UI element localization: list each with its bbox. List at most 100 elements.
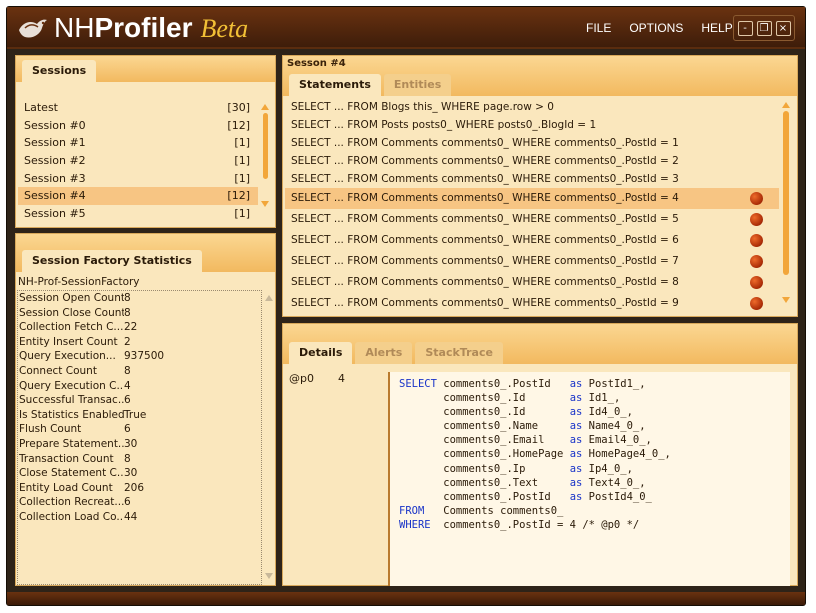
statement-row[interactable]: SELECT ... FROM Blogs this_ WHERE page.r…: [285, 98, 779, 116]
param-name: @p0: [289, 372, 314, 385]
statement-text: SELECT ... FROM Comments comments0_ WHER…: [291, 155, 679, 167]
stat-name: Collection Fetch C...: [19, 321, 124, 334]
scroll-thumb[interactable]: [262, 113, 268, 179]
statement-row[interactable]: SELECT ... FROM Comments comments0_ WHER…: [285, 272, 779, 293]
session-panel: Sesson #4 Statements Entities SELECT ...…: [282, 55, 798, 317]
scroll-up-arrow-icon[interactable]: [265, 295, 273, 301]
sql-line: comments0_.Ip as Ip4_0_,: [399, 462, 781, 476]
statement-row[interactable]: SELECT ... FROM Comments comments0_ WHER…: [285, 251, 779, 272]
statement-row[interactable]: SELECT ... FROM Comments comments0_ WHER…: [285, 170, 779, 188]
stats-scrollbar[interactable]: [264, 295, 274, 579]
session-panel-header: Sesson #4 Statements Entities: [283, 56, 797, 96]
scroll-up-arrow-icon[interactable]: [782, 102, 790, 108]
stat-name: Is Statistics Enabled: [19, 408, 124, 421]
stat-name: Entity Load Count: [19, 481, 113, 494]
sql-keyword: as: [569, 448, 583, 461]
tab-session-factory-statistics[interactable]: Session Factory Statistics: [22, 250, 202, 272]
minimize-button[interactable]: -: [737, 20, 753, 36]
statements-scrollbar[interactable]: [781, 102, 791, 312]
statement-row[interactable]: SELECT ... FROM Comments comments0_ WHER…: [285, 293, 779, 314]
statement-text: SELECT ... FROM Comments comments0_ WHER…: [291, 137, 679, 149]
session-list-item[interactable]: Session #2 [1]: [18, 152, 258, 170]
app-logo: NH Profiler Beta: [17, 12, 248, 44]
alert-dot-icon[interactable]: [750, 192, 763, 205]
restore-button[interactable]: ❐: [756, 20, 772, 36]
alert-dot-icon[interactable]: [750, 234, 763, 247]
menu-file[interactable]: FILE: [577, 21, 620, 35]
sql-text: comments0_.Ip: [399, 462, 570, 475]
statement-text: SELECT ... FROM Comments comments0_ WHER…: [291, 173, 679, 185]
sql-text: Id1_,: [582, 392, 621, 405]
stat-row: Successful Transac... 6: [18, 393, 261, 408]
stat-row: Query Execution C... 4: [18, 379, 261, 394]
sql-text: Text4_0_,: [582, 476, 646, 489]
alert-dot-icon[interactable]: [750, 276, 763, 289]
sql-text: Id4_0_,: [582, 406, 633, 419]
stat-row: Flush Count 6: [18, 422, 261, 437]
session-list-item[interactable]: Session #0 [12]: [18, 117, 258, 135]
scroll-up-arrow-icon[interactable]: [261, 104, 269, 110]
sql-line: comments0_.HomePage as HomePage4_0_,: [399, 447, 781, 461]
scroll-down-arrow-icon[interactable]: [261, 201, 269, 207]
session-list: Latest [30] Session #0 [12] Session #1 [1] Ses…: [18, 99, 258, 223]
tab-alerts[interactable]: Alerts: [355, 342, 413, 364]
sql-text: comments0_.Name: [399, 420, 570, 433]
session-list-item[interactable]: Session #5 [1]: [18, 205, 258, 223]
alert-dot-icon[interactable]: [750, 297, 763, 310]
session-list-item[interactable]: Latest [30]: [18, 99, 258, 117]
session-list-item[interactable]: Session #4 [12]: [18, 187, 258, 206]
tab-sessions[interactable]: Sessions: [22, 60, 97, 82]
app-name: NH Profiler Beta: [54, 12, 248, 44]
stat-name: Session Close Count: [19, 306, 124, 319]
stat-name: Query Execution C...: [19, 379, 124, 392]
scroll-down-arrow-icon[interactable]: [782, 297, 790, 303]
scroll-thumb[interactable]: [783, 111, 789, 275]
statement-row[interactable]: SELECT ... FROM Posts posts0_ WHERE post…: [285, 116, 779, 134]
stat-row: Session Open Count 8: [18, 291, 261, 306]
stat-row: Entity Insert Count 2: [18, 335, 261, 350]
stat-name: Session Open Count: [19, 292, 124, 304]
statement-row[interactable]: SELECT ... FROM Comments comments0_ WHER…: [285, 134, 779, 152]
close-button[interactable]: ×: [775, 20, 791, 36]
title-bar: NH Profiler Beta FILE OPTIONS HELP - ❐ ×: [7, 7, 805, 49]
sql-text: Email4_0_,: [582, 434, 652, 447]
scroll-down-arrow-icon[interactable]: [265, 573, 273, 579]
sql-line: SELECT comments0_.PostId as PostId1_,: [399, 377, 781, 391]
param-value: 4: [338, 372, 345, 385]
statement-row[interactable]: SELECT ... FROM Comments comments0_ WHER…: [285, 209, 779, 230]
statement-row[interactable]: SELECT ... FROM Comments comments0_ WHER…: [285, 152, 779, 170]
session-list-item[interactable]: Session #3 [1]: [18, 170, 258, 188]
stat-value: 6: [124, 423, 131, 436]
menu-options[interactable]: OPTIONS: [620, 21, 692, 35]
statement-row[interactable]: SELECT ... FROM Comments comments0_ WHER…: [285, 230, 779, 251]
stat-name: Collection Load Co...: [19, 510, 124, 523]
stat-name: Flush Count: [19, 423, 82, 436]
sql-text: comments0_.Id: [399, 392, 570, 405]
alert-dot-icon[interactable]: [750, 255, 763, 268]
statement-text: SELECT ... FROM Comments comments0_ WHER…: [291, 192, 679, 204]
session-count: [12]: [227, 189, 250, 203]
stat-name: Close Statement C...: [19, 467, 124, 480]
alert-dot-icon[interactable]: [750, 213, 763, 226]
statement-text: SELECT ... FROM Posts posts0_ WHERE post…: [291, 119, 597, 131]
stat-name: Collection Recreat...: [19, 496, 124, 509]
stat-value: 30: [124, 437, 138, 450]
sessions-scrollbar[interactable]: [260, 104, 270, 220]
statement-row[interactable]: SELECT ... FROM Comments comments0_ WHER…: [285, 188, 779, 209]
sql-text: Comments comments0_: [424, 504, 564, 517]
tab-details[interactable]: Details: [289, 342, 353, 364]
stat-row: Transaction Count 8: [18, 452, 261, 467]
sql-line: comments0_.PostId as PostId4_0_: [399, 490, 781, 504]
app-name-beta: Beta: [200, 14, 249, 43]
sql-line: comments0_.Id as Id1_,: [399, 391, 781, 405]
stat-row: Close Statement C... 30: [18, 466, 261, 481]
tab-stacktrace[interactable]: StackTrace: [415, 342, 503, 364]
tab-entities[interactable]: Entities: [383, 74, 452, 96]
stat-value: 206: [124, 481, 145, 494]
sql-text: HomePage4_0_,: [582, 448, 671, 461]
stat-value: 8: [124, 292, 131, 304]
session-list-item[interactable]: Session #1 [1]: [18, 134, 258, 152]
statement-text: SELECT ... FROM Comments comments0_ WHER…: [291, 255, 679, 267]
sql-code-view[interactable]: SELECT comments0_.PostId as PostId1_, co…: [388, 372, 790, 586]
tab-statements[interactable]: Statements: [289, 74, 381, 96]
